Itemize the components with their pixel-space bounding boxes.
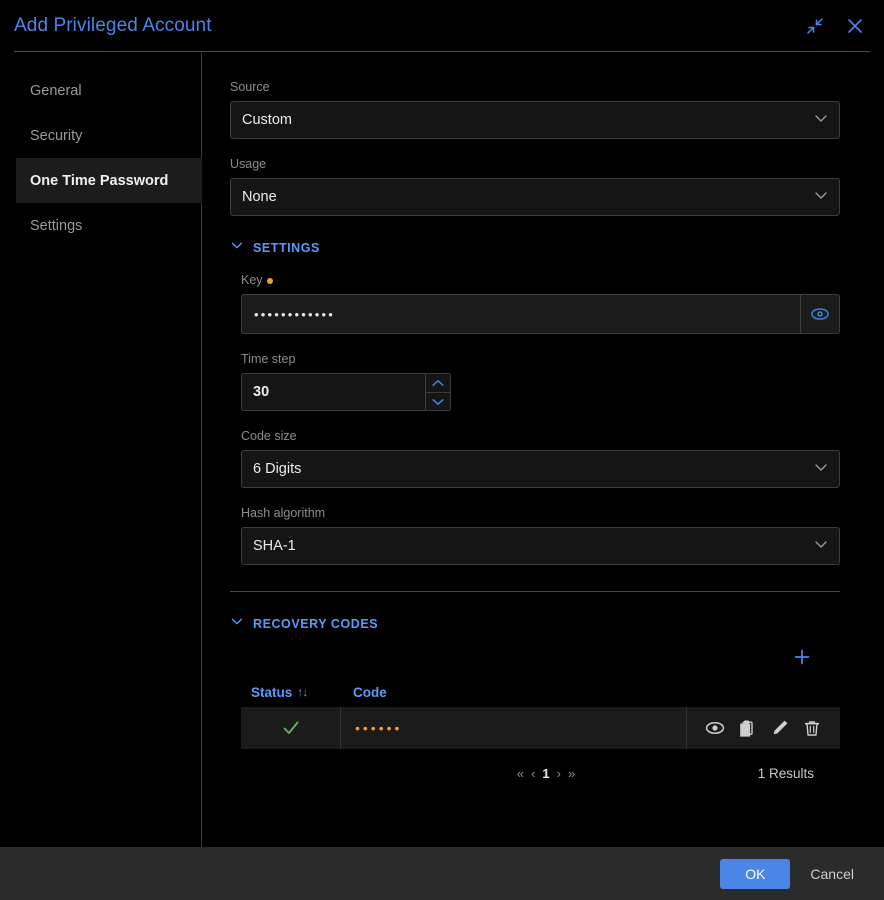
- copy-icon[interactable]: [736, 717, 758, 739]
- check-icon: [281, 718, 301, 738]
- eye-icon[interactable]: [800, 294, 840, 334]
- time-step-stepper: 30: [241, 373, 451, 411]
- sidebar-item-settings[interactable]: Settings: [16, 203, 201, 248]
- add-recovery-code-button[interactable]: [790, 645, 814, 669]
- source-value: Custom: [242, 112, 292, 128]
- sidebar-item-security[interactable]: Security: [16, 113, 201, 158]
- cell-code: ••••••: [341, 707, 686, 749]
- ok-button[interactable]: OK: [720, 859, 790, 889]
- results-count: 1 Results: [758, 766, 814, 781]
- sidebar-item-label: General: [30, 83, 82, 99]
- cell-status: [241, 707, 341, 749]
- sidebar-item-label: Security: [30, 128, 82, 144]
- recovery-codes-toolbar: [230, 645, 840, 669]
- delete-trash-icon[interactable]: [801, 717, 823, 739]
- dialog-content: Source Custom Usage None SETTINGS: [202, 52, 884, 847]
- key-input[interactable]: ••••••••••••: [241, 294, 800, 334]
- column-header-code[interactable]: Code: [341, 685, 387, 700]
- table-header-row: Status ↑↓ Code: [241, 677, 840, 707]
- cancel-button[interactable]: Cancel: [810, 866, 854, 882]
- pagination-controls: « ‹ 1 › »: [517, 766, 575, 781]
- table-pagination: « ‹ 1 › » 1 Results: [241, 756, 840, 790]
- chevron-down-icon: [230, 238, 244, 257]
- pagination-last[interactable]: »: [568, 766, 575, 781]
- recovery-codes-section-title: RECOVERY CODES: [253, 617, 378, 631]
- chevron-down-icon: [813, 110, 829, 130]
- section-divider: [230, 591, 840, 592]
- pagination-next[interactable]: ›: [557, 766, 561, 781]
- stepper-buttons: [425, 373, 451, 411]
- key-label: Key: [241, 273, 840, 287]
- recovery-codes-section-toggle[interactable]: RECOVERY CODES: [230, 614, 840, 633]
- settings-section-body: Key •••••••••••• Time step 30: [230, 273, 840, 565]
- collapse-arrows-icon[interactable]: [802, 13, 828, 39]
- code-size-value: 6 Digits: [253, 461, 301, 477]
- source-select[interactable]: Custom: [230, 101, 840, 139]
- sort-arrows-icon: ↑↓: [297, 685, 307, 699]
- dialog-titlebar: Add Privileged Account: [0, 0, 884, 52]
- dialog-sidebar: General Security One Time Password Setti…: [0, 52, 202, 847]
- sidebar-item-general[interactable]: General: [16, 68, 201, 113]
- sidebar-item-one-time-password[interactable]: One Time Password: [16, 158, 202, 203]
- usage-value: None: [242, 189, 277, 205]
- table-row[interactable]: ••••••: [241, 707, 840, 750]
- hash-algorithm-label: Hash algorithm: [241, 506, 840, 520]
- row-actions: [686, 707, 840, 749]
- key-field-row: ••••••••••••: [241, 294, 840, 334]
- required-dot-icon: [267, 278, 273, 284]
- column-header-status[interactable]: Status ↑↓: [241, 685, 341, 700]
- time-step-input[interactable]: 30: [241, 373, 425, 411]
- sidebar-item-label: Settings: [30, 218, 82, 234]
- hash-algorithm-select[interactable]: SHA-1: [241, 527, 840, 565]
- column-header-code-label: Code: [353, 685, 387, 700]
- source-label: Source: [230, 80, 840, 94]
- hash-algorithm-value: SHA-1: [253, 538, 296, 554]
- chevron-down-icon: [813, 187, 829, 207]
- code-size-select[interactable]: 6 Digits: [241, 450, 840, 488]
- add-privileged-account-dialog: Add Privileged Account: [0, 0, 884, 900]
- column-header-status-label: Status: [251, 685, 292, 700]
- chevron-down-icon: [230, 614, 244, 633]
- chevron-down-icon: [813, 459, 829, 479]
- settings-section-title: SETTINGS: [253, 241, 320, 255]
- pagination-prev[interactable]: ‹: [531, 766, 535, 781]
- titlebar-actions: [802, 13, 868, 39]
- masked-code-value: ••••••: [355, 720, 402, 736]
- time-step-label: Time step: [241, 352, 840, 366]
- edit-pencil-icon[interactable]: [769, 717, 791, 739]
- sidebar-item-label: One Time Password: [30, 173, 168, 189]
- dialog-body: General Security One Time Password Setti…: [0, 52, 884, 847]
- pagination-page-1[interactable]: 1: [542, 766, 549, 781]
- eye-icon[interactable]: [704, 717, 726, 739]
- usage-label: Usage: [230, 157, 840, 171]
- settings-section-toggle[interactable]: SETTINGS: [230, 238, 840, 257]
- code-size-label: Code size: [241, 429, 840, 443]
- stepper-increment-button[interactable]: [425, 373, 451, 392]
- close-icon[interactable]: [842, 13, 868, 39]
- dialog-footer: OK Cancel: [0, 847, 884, 900]
- page-title: Add Privileged Account: [14, 15, 212, 37]
- usage-select[interactable]: None: [230, 178, 840, 216]
- chevron-down-icon: [813, 536, 829, 556]
- pagination-first[interactable]: «: [517, 766, 524, 781]
- key-label-text: Key: [241, 273, 263, 287]
- recovery-codes-table: Status ↑↓ Code ••••••: [230, 677, 840, 790]
- stepper-decrement-button[interactable]: [425, 392, 451, 411]
